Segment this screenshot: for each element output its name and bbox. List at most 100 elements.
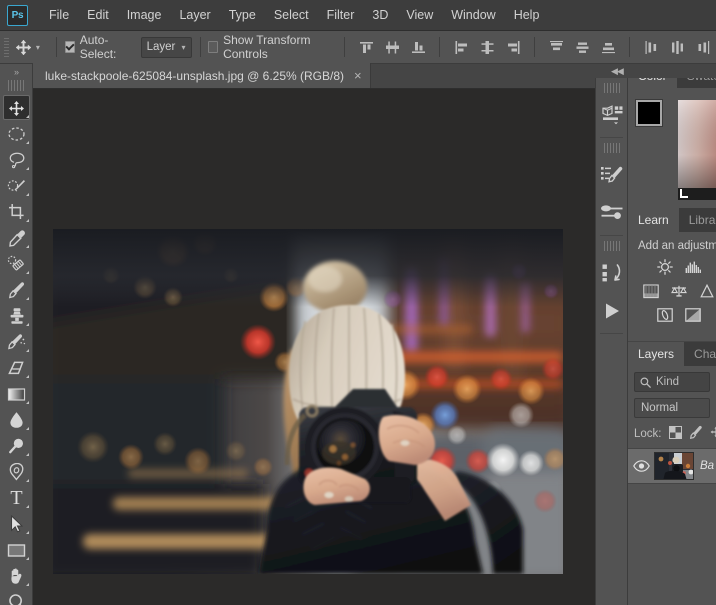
menu-help[interactable]: Help	[505, 0, 549, 31]
levels-icon[interactable]	[684, 259, 702, 275]
brush-presets-panel-icon[interactable]	[596, 194, 627, 232]
pen-tool[interactable]	[0, 459, 33, 485]
layer-thumbnail[interactable]	[654, 452, 694, 480]
distribute-right-edges-button[interactable]	[690, 35, 716, 59]
horizontal-type-tool[interactable]: T	[0, 485, 33, 511]
align-right-edges-button[interactable]	[500, 35, 526, 59]
move-tool[interactable]	[0, 95, 33, 121]
menu-filter[interactable]: Filter	[318, 0, 364, 31]
layer-visibility-toggle[interactable]	[628, 460, 654, 472]
move-tool-icon[interactable]	[14, 35, 34, 59]
quick-selection-tool[interactable]	[0, 173, 33, 199]
lock-position-icon[interactable]	[710, 426, 716, 441]
options-separator-3	[344, 37, 346, 57]
distribute-separator	[629, 37, 631, 57]
curves-icon[interactable]	[642, 283, 660, 299]
crop-tool[interactable]	[0, 199, 33, 225]
hue-saturation-icon[interactable]	[656, 307, 674, 323]
lock-transparent-pixels-icon[interactable]	[668, 425, 682, 442]
layers-panel-body: Kind Normal Lock: Ba	[628, 372, 716, 484]
spot-healing-brush-tool[interactable]	[0, 251, 33, 277]
document-image[interactable]	[53, 229, 563, 574]
auto-select-checkbox[interactable]	[64, 40, 75, 53]
brush-settings-panel-icon[interactable]	[596, 156, 627, 194]
menu-select[interactable]: Select	[265, 0, 318, 31]
eraser-tool[interactable]	[0, 355, 33, 381]
distribute-left-edges-button[interactable]	[638, 35, 664, 59]
tab-channels[interactable]: Channels	[684, 342, 716, 366]
options-bar-grip[interactable]	[4, 37, 9, 57]
eyedropper-tool[interactable]	[0, 225, 33, 251]
panel-collapse-button[interactable]: ◀◀	[595, 64, 716, 78]
menu-edit[interactable]: Edit	[78, 0, 118, 31]
tool-preset-chevron-icon[interactable]: ▾	[36, 43, 40, 52]
tab-layers[interactable]: Layers	[628, 342, 685, 366]
document-tab[interactable]: luke-stackpoole-625084-unsplash.jpg @ 6.…	[33, 63, 371, 88]
elliptical-marquee-tool[interactable]	[0, 121, 33, 147]
toolbar-collapse-button[interactable]: »	[0, 64, 32, 80]
tools-panel: » T	[0, 64, 33, 605]
brush-tool[interactable]	[0, 277, 33, 303]
exposure-icon[interactable]	[670, 283, 688, 299]
hand-tool[interactable]	[0, 563, 33, 589]
blend-mode-dropdown[interactable]: Normal	[634, 398, 710, 418]
menu-view[interactable]: View	[397, 0, 442, 31]
options-separator	[55, 37, 57, 57]
menu-image[interactable]: Image	[118, 0, 171, 31]
align-top-edges-button[interactable]	[353, 35, 379, 59]
blur-tool[interactable]	[0, 407, 33, 433]
distribute-vertical-centers-button[interactable]	[569, 35, 595, 59]
history-brush-tool[interactable]	[0, 329, 33, 355]
lasso-tool[interactable]	[0, 147, 33, 173]
canvas-area[interactable]	[33, 89, 595, 605]
menu-3d[interactable]: 3D	[363, 0, 397, 31]
show-transform-controls-label: Show Transform Controls	[223, 33, 311, 61]
menu-window[interactable]: Window	[442, 0, 504, 31]
tab-learn[interactable]: Learn	[628, 208, 679, 232]
foreground-color-swatch[interactable]	[636, 100, 662, 126]
dock-grip-2[interactable]	[603, 143, 620, 153]
color-balance-icon[interactable]	[684, 307, 702, 323]
dodge-tool[interactable]	[0, 433, 33, 459]
align-bottom-edges-button[interactable]	[405, 35, 431, 59]
menu-file[interactable]: File	[40, 0, 78, 31]
clone-stamp-tool[interactable]	[0, 303, 33, 329]
tab-libraries[interactable]: Libraries	[679, 208, 716, 232]
blend-mode-value: Normal	[641, 402, 679, 414]
close-icon[interactable]: ×	[354, 69, 362, 82]
adjustments-panel-tabs: Learn Libraries	[628, 208, 716, 232]
show-transform-controls-checkbox[interactable]	[208, 41, 219, 53]
right-panels: Color Swatches	[628, 64, 716, 605]
zoom-tool[interactable]	[0, 589, 33, 605]
document-tab-bar: luke-stackpoole-625084-unsplash.jpg @ 6.…	[33, 63, 595, 89]
actions-panel-icon[interactable]	[596, 292, 627, 330]
adjustments-row-1	[628, 259, 716, 275]
rectangle-tool[interactable]	[0, 537, 33, 563]
distribute-horizontal-centers-button[interactable]	[664, 35, 690, 59]
distribute-button-group	[543, 35, 716, 59]
lock-image-pixels-icon[interactable]	[689, 425, 703, 442]
toolbar-grip[interactable]	[8, 80, 24, 91]
distribute-bottom-edges-button[interactable]	[595, 35, 621, 59]
layer-filter-row[interactable]: Kind	[634, 372, 710, 392]
auto-select-label: Auto-Select:	[79, 33, 117, 61]
menu-layer[interactable]: Layer	[170, 0, 219, 31]
align-left-edges-button[interactable]	[448, 35, 474, 59]
align-horizontal-centers-button[interactable]	[474, 35, 500, 59]
vibrance-icon[interactable]	[698, 283, 716, 299]
dock-grip-1[interactable]	[603, 83, 620, 93]
path-selection-tool[interactable]	[0, 511, 33, 537]
menu-type[interactable]: Type	[220, 0, 265, 31]
photoshop-logo-icon[interactable]: Ps	[7, 4, 28, 26]
table-row[interactable]: Ba	[628, 448, 716, 484]
3d-panel-icon[interactable]	[596, 96, 627, 134]
align-vertical-centers-button[interactable]	[379, 35, 405, 59]
distribute-top-edges-button[interactable]	[543, 35, 569, 59]
dock-grip-3[interactable]	[603, 241, 620, 251]
brightness-contrast-icon[interactable]	[656, 259, 674, 275]
gradient-tool[interactable]	[0, 381, 33, 407]
lock-label: Lock:	[634, 427, 662, 440]
color-spectrum-ramp[interactable]	[678, 100, 716, 200]
history-panel-icon[interactable]	[596, 254, 627, 292]
auto-select-target-dropdown[interactable]: Layer ▾	[140, 36, 192, 58]
